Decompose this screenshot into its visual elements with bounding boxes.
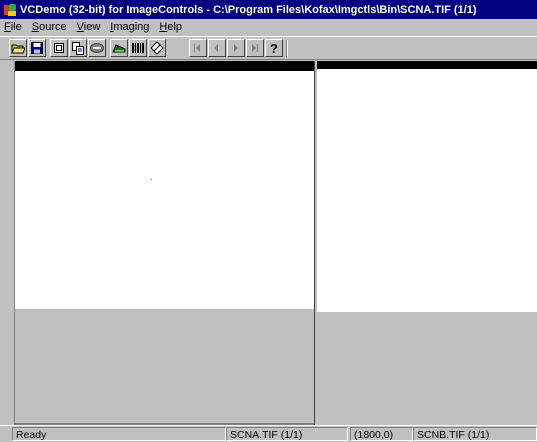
ocr-button[interactable] — [88, 39, 106, 57]
barcode-button[interactable] — [129, 39, 147, 57]
properties-button[interactable] — [50, 39, 68, 57]
image-page-left[interactable] — [15, 71, 314, 309]
image-speck — [151, 179, 152, 180]
first-page-button[interactable] — [189, 39, 207, 57]
status-coordinates: (1800,0) — [350, 427, 413, 441]
title-bar: VCDemo (32-bit) for ImageControls - C:\P… — [0, 0, 537, 19]
help-icon: ? — [270, 41, 278, 55]
copy-icon — [71, 41, 84, 55]
last-page-icon — [252, 44, 258, 52]
save-disk-icon — [31, 42, 43, 54]
next-page-icon — [234, 44, 238, 52]
image-background-left — [15, 309, 314, 421]
svg-text:?: ? — [270, 41, 278, 55]
menu-bar: File Source View Imaging Help — [0, 19, 537, 35]
help-button[interactable]: ? — [265, 39, 283, 57]
copy-button[interactable] — [69, 39, 87, 57]
scan-button[interactable] — [110, 39, 128, 57]
image-top-edge-right — [317, 61, 537, 69]
image-pane-left[interactable] — [14, 61, 315, 425]
menu-source[interactable]: Source — [27, 21, 72, 33]
properties-icon — [54, 43, 64, 53]
menu-help[interactable]: Help — [154, 21, 187, 33]
menu-file[interactable]: File — [0, 21, 27, 33]
status-bar: Ready SCNA.TIF (1/1) (1800,0) SCNB.TIF (… — [0, 425, 537, 442]
previous-page-button[interactable] — [208, 39, 226, 57]
toolbar-separator — [286, 40, 288, 58]
last-page-button[interactable] — [246, 39, 264, 57]
scanner-icon — [112, 44, 126, 53]
app-icon[interactable] — [3, 3, 17, 17]
window-title: VCDemo (32-bit) for ImageControls - C:\P… — [20, 3, 477, 16]
open-button[interactable] — [9, 39, 27, 57]
barcode-icon — [132, 43, 144, 53]
ocr-icon — [90, 43, 104, 53]
eraser-icon — [150, 41, 164, 55]
menu-view[interactable]: View — [72, 21, 106, 33]
menu-imaging[interactable]: Imaging — [105, 21, 154, 33]
erase-button[interactable] — [148, 39, 166, 57]
image-top-edge — [15, 61, 314, 71]
save-button[interactable] — [28, 39, 46, 57]
first-page-icon — [194, 44, 200, 52]
toolbar: ? — [0, 36, 537, 60]
image-pane-right[interactable] — [317, 61, 537, 425]
client-area — [0, 61, 537, 425]
status-ready: Ready — [12, 427, 226, 441]
image-page-right[interactable] — [317, 69, 537, 312]
status-right-file: SCNB.TIF (1/1) — [413, 427, 537, 441]
status-left-file: SCNA.TIF (1/1) — [226, 427, 348, 441]
previous-page-icon — [214, 44, 218, 52]
open-folder-icon — [11, 44, 25, 54]
next-page-button[interactable] — [227, 39, 245, 57]
